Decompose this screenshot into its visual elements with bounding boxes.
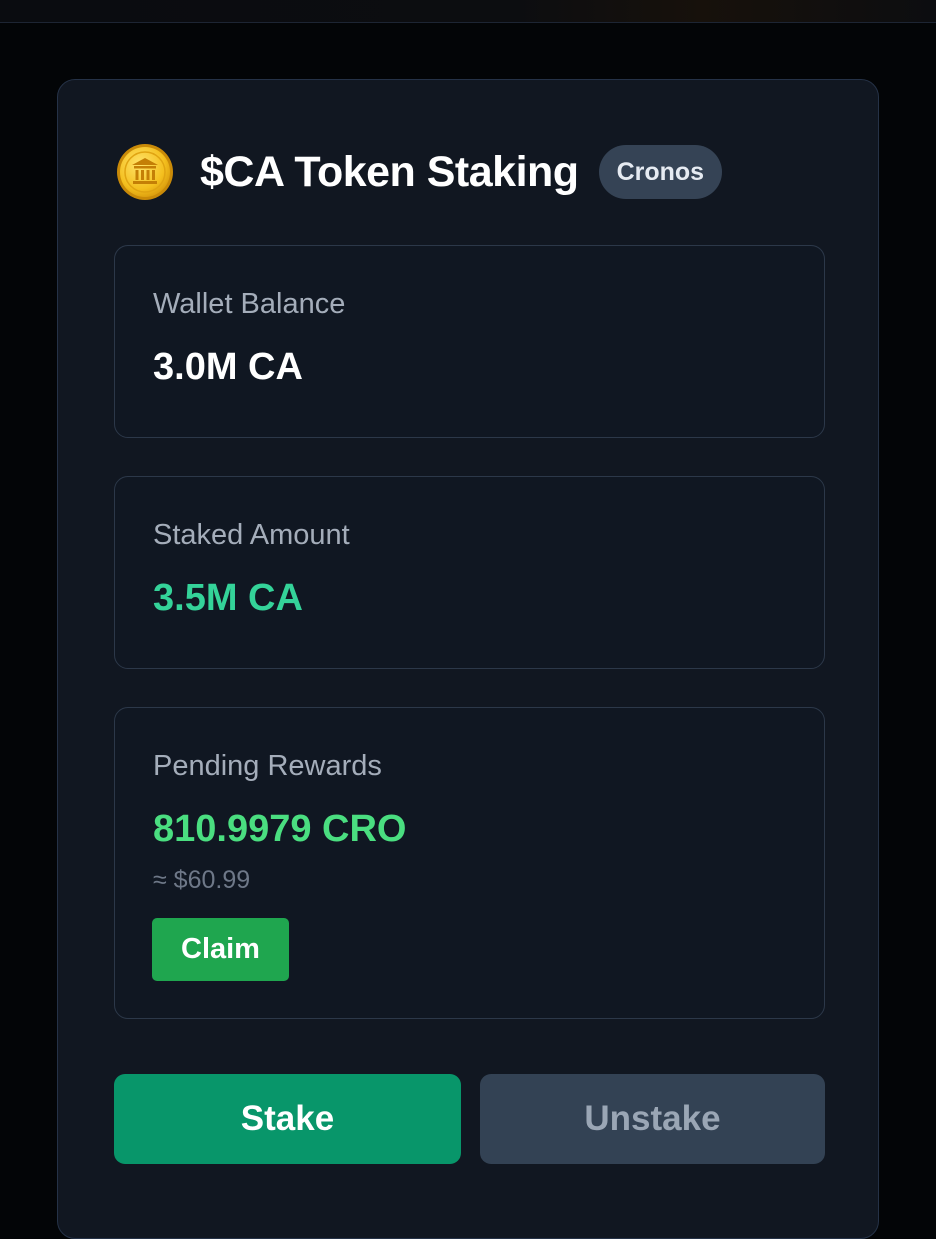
pending-rewards-label: Pending Rewards <box>153 750 382 782</box>
pending-rewards-value: 810.9979 CRO <box>153 808 407 850</box>
rewards-usd-value: ≈ $60.99 <box>153 866 251 894</box>
wallet-balance-card: Wallet Balance 3.0M CA <box>114 245 825 438</box>
staked-amount-value: 3.5M CA <box>153 577 303 619</box>
pending-rewards-card: Pending Rewards 810.9979 CRO ≈ $60.99 Cl… <box>114 707 825 1019</box>
staked-amount-label: Staked Amount <box>153 519 350 551</box>
page-title: $CA Token Staking <box>200 147 579 196</box>
staked-amount-card: Staked Amount 3.5M CA <box>114 476 825 669</box>
top-bar <box>0 0 936 23</box>
claim-button[interactable]: Claim <box>152 918 289 981</box>
staking-card: $CA Token Staking Cronos Wallet Balance … <box>57 79 879 1239</box>
card-header: $CA Token Staking Cronos <box>116 144 723 200</box>
stake-button[interactable]: Stake <box>114 1074 461 1164</box>
wallet-balance-label: Wallet Balance <box>153 288 346 320</box>
wallet-balance-value: 3.0M CA <box>153 346 303 388</box>
network-badge: Cronos <box>598 145 723 199</box>
coin-bank-icon <box>117 144 173 200</box>
unstake-button[interactable]: Unstake <box>480 1074 825 1164</box>
